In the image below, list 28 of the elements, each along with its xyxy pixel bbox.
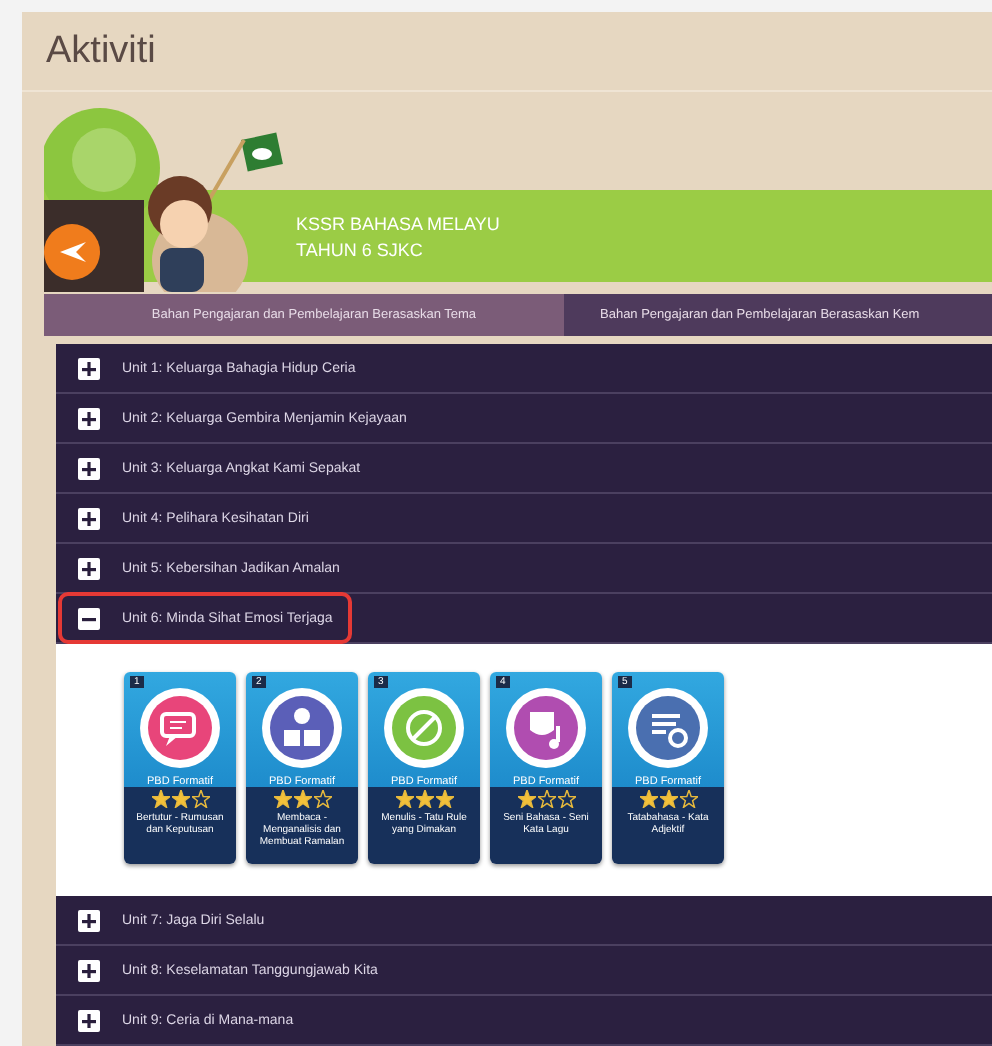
expand-icon[interactable] [78,959,100,981]
expand-icon[interactable] [78,1009,100,1031]
star-icon [171,790,189,808]
expand-icon[interactable] [78,557,100,579]
star-icon [537,790,555,808]
star-icon [273,790,291,808]
course-name: KSSR BAHASA MELAYU [296,213,502,234]
expand-icon[interactable] [78,507,100,529]
star-icon [517,790,535,808]
star-icon [313,790,331,808]
star-icon [293,790,311,808]
course-level: TAHUN 6 SJKC [296,239,425,260]
star-icon [151,790,169,808]
expand-icon[interactable] [78,407,100,429]
expand-icon[interactable] [78,457,100,479]
star-icon [435,790,453,808]
expand-icon[interactable] [78,357,100,379]
star-icon [395,790,413,808]
star-icon [639,790,657,808]
collapse-icon[interactable] [78,607,100,629]
star-icon [679,790,697,808]
back-arrow-icon [56,240,88,265]
page-title: Aktiviti [22,12,992,92]
star-icon [415,790,433,808]
star-icon [659,790,677,808]
star-icon [557,790,575,808]
expand-icon[interactable] [78,909,100,931]
star-icon [191,790,209,808]
